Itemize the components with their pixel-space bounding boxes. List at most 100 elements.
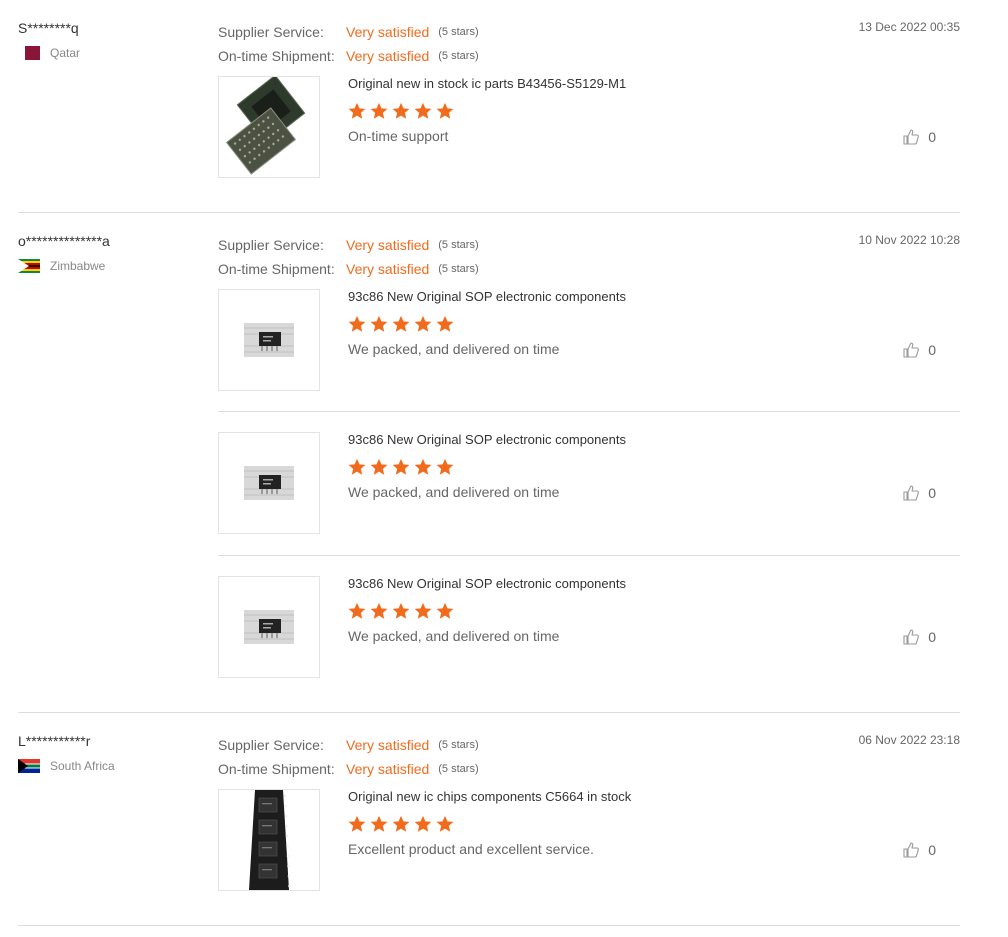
thumbs-up-icon <box>903 629 920 645</box>
star-icon <box>414 815 432 832</box>
star-icon <box>392 815 410 832</box>
star-icon <box>414 315 432 332</box>
review-comment: We packed, and delivered on time <box>348 341 560 357</box>
product-review: 93c86 New Original SOP electronic compon… <box>218 556 960 688</box>
star-icon <box>348 315 366 332</box>
review-comment: On-time support <box>348 128 449 144</box>
product-info: 93c86 New Original SOP electronic compon… <box>348 432 626 500</box>
star-icon <box>348 602 366 619</box>
product-title[interactable]: Original new in stock ic parts B43456-S5… <box>348 76 626 92</box>
star-icon <box>370 815 388 832</box>
rating-value: Very satisfied <box>346 737 430 753</box>
product-info: 93c86 New Original SOP electronic compon… <box>348 289 626 357</box>
star-icon <box>392 458 410 475</box>
star-icon <box>414 458 432 475</box>
zimbabwe-flag-icon <box>18 259 40 273</box>
star-icon <box>436 458 454 475</box>
product-info: Original new ic chips components C5664 i… <box>348 789 631 857</box>
country-name: Qatar <box>50 46 81 60</box>
star-icon <box>392 602 410 619</box>
product-review: Original new ic chips components C5664 i… <box>218 789 960 919</box>
product-rating-stars <box>348 458 626 476</box>
rating-label: Supplier Service: <box>218 24 324 40</box>
thumbs-up-icon <box>903 842 920 858</box>
buyer-info: S********q Qatar <box>18 20 208 62</box>
supplier-ratings: Supplier Service: Very satisfied (5 star… <box>218 0 960 68</box>
like-button[interactable]: 0 <box>902 128 936 146</box>
like-count: 0 <box>928 629 936 645</box>
rating-stars-text: (5 stars) <box>438 263 479 275</box>
sop-chip-image <box>219 290 319 390</box>
product-title[interactable]: Original new ic chips components C5664 i… <box>348 789 631 805</box>
star-icon <box>436 315 454 332</box>
product-title[interactable]: 93c86 New Original SOP electronic compon… <box>348 576 626 592</box>
like-button[interactable]: 0 <box>902 484 936 502</box>
star-icon <box>370 102 388 119</box>
review-comment: We packed, and delivered on time <box>348 628 560 644</box>
like-count: 0 <box>928 485 936 501</box>
product-info: 93c86 New Original SOP electronic compon… <box>348 576 626 644</box>
product-rating-stars <box>348 602 626 620</box>
supplier-ratings: Supplier Service: Very satisfied (5 star… <box>218 713 960 781</box>
rating-stars-text: (5 stars) <box>438 763 479 775</box>
reviews-list: S********q Qatar 13 Dec 2022 00:35 Suppl… <box>18 0 960 926</box>
review-date: 13 Dec 2022 00:35 <box>858 20 960 34</box>
review-date: 06 Nov 2022 23:18 <box>858 733 960 747</box>
product-title[interactable]: 93c86 New Original SOP electronic compon… <box>348 289 626 305</box>
rating-label: On-time Shipment: <box>218 761 335 777</box>
product-thumbnail[interactable] <box>218 76 320 178</box>
product-thumbnail[interactable] <box>218 432 320 534</box>
like-button[interactable]: 0 <box>902 628 936 646</box>
sop-chip-image <box>219 433 319 533</box>
on-time-shipment-rating: On-time Shipment: Very satisfied (5 star… <box>218 257 960 281</box>
product-rating-stars <box>348 815 631 833</box>
rating-label: On-time Shipment: <box>218 48 335 64</box>
buyer-name: S********q <box>18 20 79 36</box>
qatar-flag-icon <box>18 46 40 60</box>
like-count: 0 <box>928 342 936 358</box>
product-review: 93c86 New Original SOP electronic compon… <box>218 289 960 412</box>
like-count: 0 <box>928 129 936 145</box>
product-thumbnail[interactable] <box>218 289 320 391</box>
rating-label: On-time Shipment: <box>218 261 335 277</box>
review-comment: Excellent product and excellent service. <box>348 841 594 857</box>
chip-tape-image <box>219 790 319 890</box>
country-name: Zimbabwe <box>50 259 106 273</box>
thumbs-up-icon <box>903 129 920 145</box>
on-time-shipment-rating: On-time Shipment: Very satisfied (5 star… <box>218 44 960 68</box>
star-icon <box>370 315 388 332</box>
thumbs-up-icon <box>903 485 920 501</box>
product-thumbnail[interactable] <box>218 789 320 891</box>
supplier-service-rating: Supplier Service: Very satisfied (5 star… <box>218 233 960 257</box>
rating-stars-text: (5 stars) <box>438 739 479 751</box>
thumbs-up-icon <box>903 342 920 358</box>
buyer-country: South Africa <box>18 757 208 775</box>
product-thumbnail[interactable] <box>218 576 320 678</box>
star-icon <box>348 815 366 832</box>
review-item: S********q Qatar 13 Dec 2022 00:35 Suppl… <box>18 0 960 213</box>
rating-value: Very satisfied <box>346 24 430 40</box>
product-review: 93c86 New Original SOP electronic compon… <box>218 412 960 556</box>
rating-value: Very satisfied <box>346 761 430 777</box>
product-title[interactable]: 93c86 New Original SOP electronic compon… <box>348 432 626 448</box>
star-icon <box>436 102 454 119</box>
star-icon <box>436 602 454 619</box>
review-item: o**************a Zimbabwe 10 Nov 2022 10… <box>18 213 960 713</box>
product-review: Original new in stock ic parts B43456-S5… <box>218 76 960 206</box>
like-button[interactable]: 0 <box>902 341 936 359</box>
rating-stars-text: (5 stars) <box>438 50 479 62</box>
bga-chip-image <box>219 77 319 177</box>
product-info: Original new in stock ic parts B43456-S5… <box>348 76 626 144</box>
on-time-shipment-rating: On-time Shipment: Very satisfied (5 star… <box>218 757 960 781</box>
rating-label: Supplier Service: <box>218 237 324 253</box>
rating-value: Very satisfied <box>346 261 430 277</box>
star-icon <box>414 102 432 119</box>
star-icon <box>392 315 410 332</box>
review-item: L***********r South Africa 06 Nov 2022 2… <box>18 713 960 926</box>
buyer-country: Zimbabwe <box>18 257 208 275</box>
like-button[interactable]: 0 <box>902 841 936 859</box>
supplier-service-rating: Supplier Service: Very satisfied (5 star… <box>218 20 960 44</box>
review-date: 10 Nov 2022 10:28 <box>858 233 960 247</box>
rating-label: Supplier Service: <box>218 737 324 753</box>
star-icon <box>348 102 366 119</box>
